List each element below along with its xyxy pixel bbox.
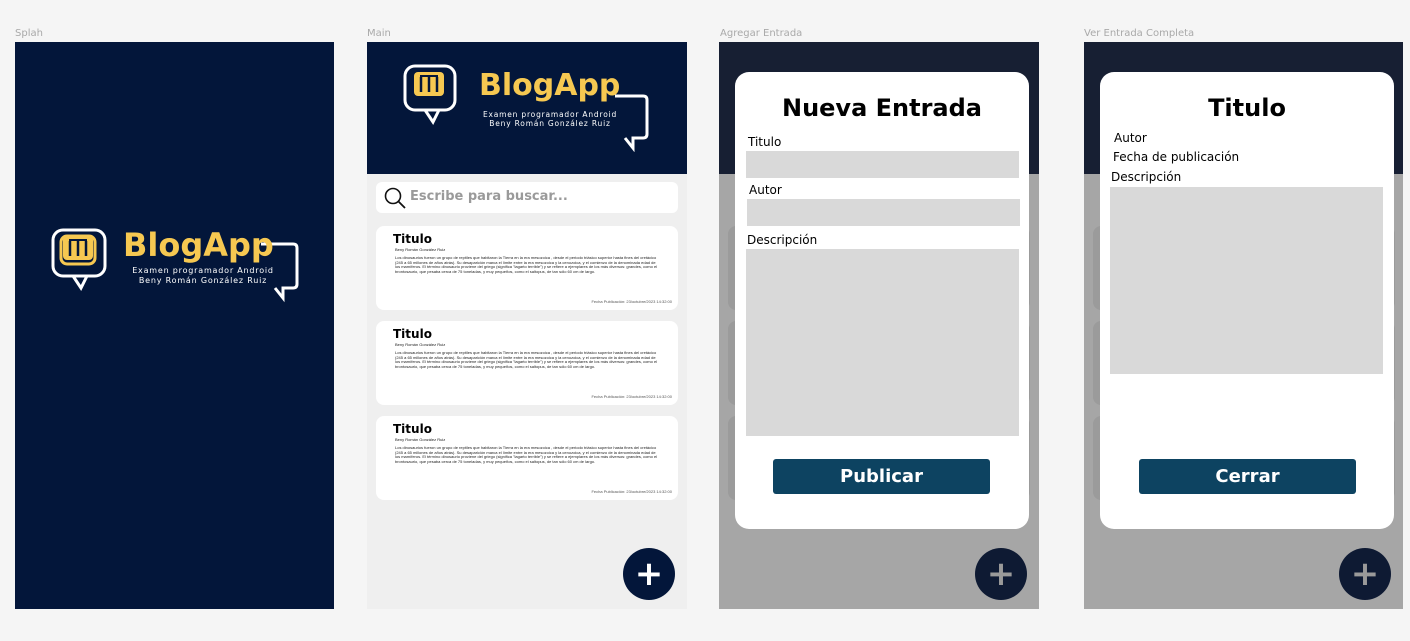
entry-body: Los dinosaurios fueron un grupo de repti… (395, 446, 658, 464)
header-logo: BlogApp Examen programador Android Beny … (403, 62, 653, 152)
close-button[interactable]: Cerrar (1139, 459, 1356, 494)
plus-icon: + (1350, 554, 1380, 594)
description-box (1110, 187, 1383, 374)
plus-icon: + (634, 554, 664, 594)
add-entry-button: + (975, 548, 1027, 600)
title-field[interactable] (746, 151, 1019, 178)
entry-card[interactable]: Titulo Beny Román González Ruiz Los dino… (376, 226, 678, 310)
app-subtitle-1: Examen programador Android (132, 266, 274, 275)
author-label: Autor (749, 183, 782, 197)
search-icon (384, 187, 406, 209)
main-screen: BlogApp Examen programador Android Beny … (367, 42, 687, 609)
frame-label-splash: Splah (15, 28, 43, 39)
publish-button[interactable]: Publicar (773, 459, 990, 494)
entry-author: Beny Román González Ruiz (395, 247, 446, 252)
entry-title: Titulo (393, 232, 432, 246)
entry-body: Los dinosaurios fueron un grupo de repti… (395, 351, 658, 369)
app-name: BlogApp (479, 68, 621, 103)
frame-label-add: Agregar Entrada (720, 28, 803, 39)
title-label: Titulo (748, 135, 782, 149)
entry-body: Los dinosaurios fueron un grupo de repti… (395, 256, 658, 274)
entry-date: Fecha Publicación: 23/octubre/2023 14:32… (591, 394, 672, 399)
app-subtitle-1: Examen programador Android (482, 110, 618, 119)
entry-author: Beny Román González Ruiz (395, 342, 446, 347)
frame-label-view: Ver Entrada Completa (1084, 28, 1195, 39)
search-input[interactable]: Escribe para buscar... (376, 182, 678, 213)
entry-detail-dialog: Titulo Autor Fecha de publicación Descri… (1100, 72, 1394, 529)
new-entry-dialog: Nueva Entrada Titulo Autor Descripción P… (735, 72, 1029, 529)
entry-title: Titulo (393, 327, 432, 341)
entry-card[interactable]: Titulo Beny Román González Ruiz Los dino… (376, 416, 678, 500)
entry-card[interactable]: Titulo Beny Román González Ruiz Los dino… (376, 321, 678, 405)
entry-date: Fecha Publicación: 23/octubre/2023 14:32… (591, 299, 672, 304)
plus-icon: + (986, 554, 1016, 594)
main-header: BlogApp Examen programador Android Beny … (367, 42, 687, 174)
app-logo: BlogApp Examen programador Android Beny … (51, 226, 301, 316)
author-label: Autor (1114, 131, 1147, 145)
entry-detail-title: Titulo (1208, 94, 1286, 122)
description-field[interactable] (746, 249, 1019, 436)
date-label: Fecha de publicación (1113, 150, 1240, 164)
entry-date: Fecha Publicación: 23/octubre/2023 14:32… (591, 489, 672, 494)
app-subtitle-2: Beny Román González Ruiz (138, 276, 268, 285)
app-subtitle-2: Beny Román González Ruiz (489, 119, 611, 128)
add-entry-screen: Nueva Entrada Titulo Autor Descripción P… (719, 42, 1039, 609)
view-entry-screen: Titulo Autor Fecha de publicación Descri… (1084, 42, 1403, 609)
dialog-title: Nueva Entrada (781, 94, 982, 122)
add-entry-button: + (1339, 548, 1391, 600)
entry-author: Beny Román González Ruiz (395, 437, 446, 442)
add-entry-button[interactable]: + (623, 548, 675, 600)
description-label: Descripción (747, 233, 818, 247)
splash-screen: BlogApp Examen programador Android Beny … (15, 42, 334, 609)
entry-title: Titulo (393, 422, 432, 436)
description-label: Descripción (1111, 170, 1182, 184)
frame-label-main: Main (367, 28, 391, 39)
app-name: BlogApp (123, 226, 274, 264)
author-field[interactable] (747, 199, 1020, 226)
search-placeholder: Escribe para buscar... (410, 189, 568, 204)
